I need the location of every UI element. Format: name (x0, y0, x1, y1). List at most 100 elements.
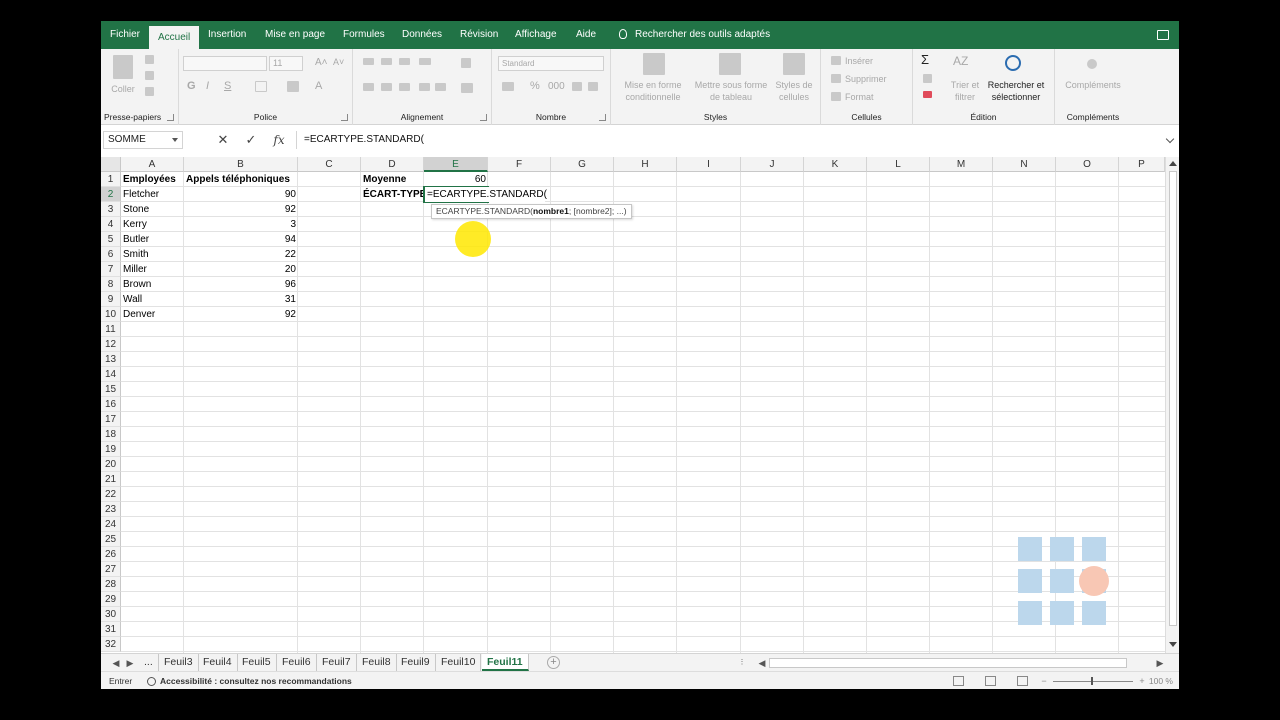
tab-aide[interactable]: Aide (576, 21, 596, 49)
number-launcher-icon[interactable] (599, 114, 606, 121)
row-header[interactable]: 31 (101, 622, 121, 637)
function-argument-tooltip[interactable]: ECARTYPE.STANDARD(nombre1; [nombre2]; ..… (431, 204, 632, 219)
column-header[interactable]: E (424, 157, 488, 172)
insert-function-icon[interactable]: fx (269, 131, 289, 149)
row-header[interactable]: 8 (101, 277, 121, 292)
tell-me-search[interactable]: Rechercher des outils adaptés (619, 21, 770, 49)
column-header[interactable]: D (361, 157, 424, 172)
orientation-icon[interactable] (419, 58, 431, 65)
cell-calls[interactable]: 96 (184, 277, 298, 292)
cell-calls[interactable]: 90 (184, 187, 298, 202)
column-header[interactable]: L (867, 157, 930, 172)
autosum-icon[interactable]: Σ (921, 53, 929, 66)
cell-calls[interactable]: 20 (184, 262, 298, 277)
decrease-indent-icon[interactable] (419, 83, 430, 91)
align-center-icon[interactable] (381, 83, 392, 91)
scroll-left-icon[interactable]: ◀ (757, 654, 767, 672)
format-as-table-icon[interactable] (719, 53, 741, 75)
format-cells-button[interactable]: Format (845, 92, 874, 102)
cell-employee[interactable]: Stone (121, 202, 184, 217)
row-header[interactable]: 28 (101, 577, 121, 592)
find-select-icon[interactable] (1005, 55, 1021, 71)
formula-input[interactable]: =ECARTYPE.STANDARD( (296, 131, 1176, 149)
normal-view-icon[interactable] (953, 676, 964, 686)
row-header[interactable]: 25 (101, 532, 121, 547)
column-header[interactable]: C (298, 157, 361, 172)
column-header[interactable]: N (993, 157, 1056, 172)
cell-employee[interactable]: Brown (121, 277, 184, 292)
cell-employee[interactable]: Kerry (121, 217, 184, 232)
sheet-tab-active[interactable]: Feuil11 (482, 654, 529, 671)
next-sheet-icon[interactable]: ▶ (125, 654, 135, 672)
row-header[interactable]: 18 (101, 427, 121, 442)
number-format-field[interactable]: Standard (498, 56, 604, 71)
sheet-tab[interactable]: Feuil6 (277, 654, 317, 671)
cell-calls[interactable]: 31 (184, 292, 298, 307)
worksheet-grid[interactable]: A B C D E F G H I J K L M N O P 1 2 3 4 … (101, 157, 1165, 653)
cut-icon[interactable] (145, 55, 154, 64)
addins-button[interactable]: Compléments (1059, 79, 1127, 91)
bold-button[interactable]: G (187, 80, 196, 92)
merge-center-icon[interactable] (461, 83, 473, 93)
sheet-tab[interactable]: Feuil8 (357, 654, 397, 671)
row-header[interactable]: 17 (101, 412, 121, 427)
column-header[interactable]: H (614, 157, 677, 172)
row-header[interactable]: 15 (101, 382, 121, 397)
row-header[interactable]: 30 (101, 607, 121, 622)
row-header[interactable]: 20 (101, 457, 121, 472)
add-sheet-icon[interactable]: + (547, 656, 560, 669)
row-header[interactable]: 9 (101, 292, 121, 307)
row-header[interactable]: 6 (101, 247, 121, 262)
grow-font-icon[interactable]: A˄ (315, 57, 328, 68)
scroll-up-icon[interactable] (1169, 161, 1177, 166)
conditional-format-icon[interactable] (643, 53, 665, 75)
column-header[interactable]: I (677, 157, 741, 172)
name-box[interactable]: SOMME (103, 131, 183, 149)
tab-split-handle-icon[interactable]: ⋮ (737, 654, 747, 672)
cell-employee[interactable]: Butler (121, 232, 184, 247)
row-header[interactable]: 2 (101, 187, 121, 202)
column-header[interactable]: F (488, 157, 551, 172)
row-header[interactable]: 32 (101, 637, 121, 652)
row-header[interactable]: 13 (101, 352, 121, 367)
cell-styles-button[interactable]: Styles de cellules (771, 79, 817, 103)
select-all-corner[interactable] (101, 157, 121, 172)
tab-fichier[interactable]: Fichier (110, 21, 140, 49)
column-header[interactable]: J (741, 157, 804, 172)
underline-button[interactable]: S (224, 80, 231, 92)
italic-button[interactable]: I (206, 80, 209, 92)
prev-sheet-icon[interactable]: ◀ (111, 654, 121, 672)
font-launcher-icon[interactable] (341, 114, 348, 121)
cancel-icon[interactable]: ✕ (213, 131, 233, 149)
tab-insertion[interactable]: Insertion (208, 21, 246, 49)
vertical-scroll-thumb[interactable] (1169, 171, 1177, 626)
paste-button[interactable]: Coller (107, 83, 139, 95)
cell-employee[interactable]: Miller (121, 262, 184, 277)
align-middle-icon[interactable] (381, 58, 392, 65)
accessibility-status[interactable]: Accessibilité : consultez nos recommanda… (147, 672, 352, 689)
cell-d1[interactable]: Moyenne (361, 172, 424, 187)
comma-style-icon[interactable]: 000 (548, 81, 565, 92)
cell-employee[interactable]: Wall (121, 292, 184, 307)
column-header[interactable]: O (1056, 157, 1119, 172)
tab-mise-en-page[interactable]: Mise en page (265, 21, 325, 49)
percent-icon[interactable]: % (530, 80, 540, 92)
zoom-out-icon[interactable]: − (1039, 672, 1049, 689)
increase-decimal-icon[interactable] (572, 82, 582, 91)
sheet-tab[interactable]: Feuil10 (436, 654, 482, 671)
copy-icon[interactable] (145, 71, 154, 80)
column-header[interactable]: G (551, 157, 614, 172)
sheet-tab[interactable]: Feuil9 (396, 654, 436, 671)
decrease-decimal-icon[interactable] (588, 82, 598, 91)
cell-calls[interactable]: 22 (184, 247, 298, 262)
align-right-icon[interactable] (399, 83, 410, 91)
comment-icon[interactable] (1157, 30, 1169, 40)
addins-icon[interactable] (1087, 59, 1097, 69)
row-header[interactable]: 16 (101, 397, 121, 412)
paste-icon[interactable] (113, 55, 133, 79)
cell-calls[interactable]: 92 (184, 307, 298, 322)
format-as-table-button[interactable]: Mettre sous forme de tableau (691, 79, 771, 103)
sheet-tab[interactable]: Feuil5 (237, 654, 277, 671)
accounting-format-icon[interactable] (502, 82, 514, 91)
column-header[interactable]: M (930, 157, 993, 172)
